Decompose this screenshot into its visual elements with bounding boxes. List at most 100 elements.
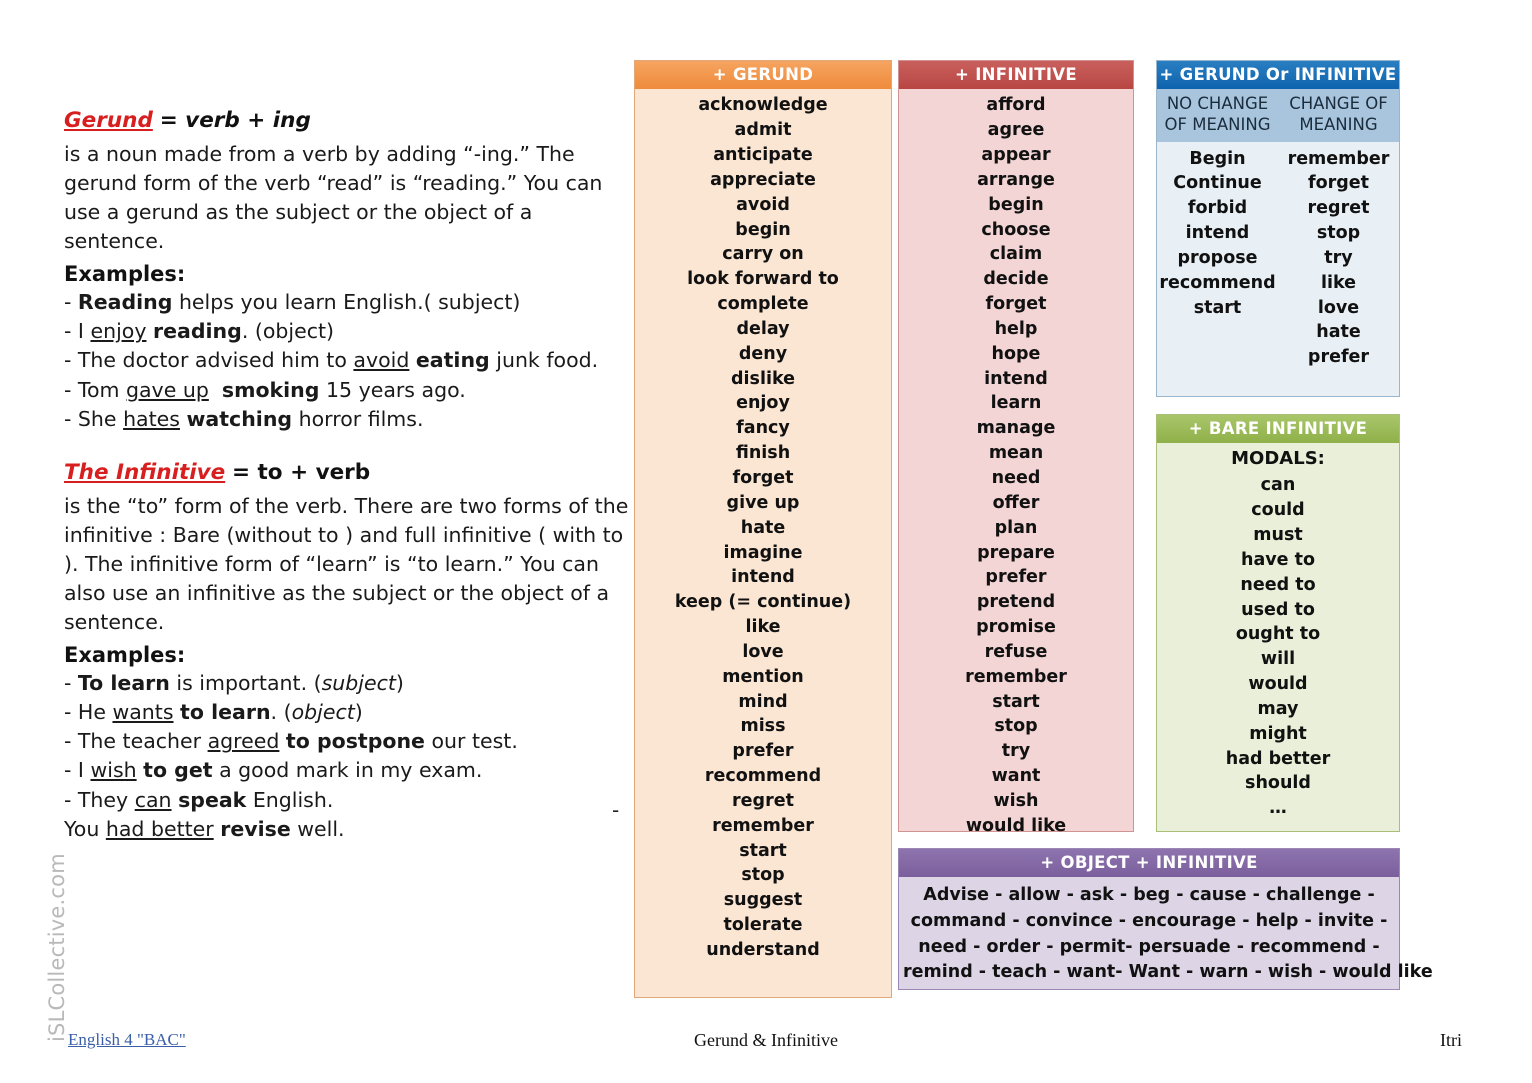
verb-item: remember xyxy=(712,815,814,836)
verb-item: stop xyxy=(1316,223,1361,244)
infinitive-rule-title: The Infinitive = to + verb xyxy=(64,460,629,486)
verb-item: understand xyxy=(706,940,820,960)
verb-item: admit xyxy=(734,120,792,141)
modal-item: could xyxy=(1251,500,1305,521)
verb-item: promise xyxy=(976,617,1056,638)
panel-both-header: + GERUND Or INFINITIVE xyxy=(1157,61,1399,90)
footer-author: Itri xyxy=(1440,1030,1462,1050)
stray-dash-mark: - xyxy=(612,798,620,822)
infinitive-example-4: - I wish to get a good mark in my exam. xyxy=(64,758,483,783)
verb-item: mention xyxy=(722,666,804,687)
panel-gerund-or-infinitive: + GERUND Or INFINITIVE NO CHANGE OF MEAN… xyxy=(1156,60,1400,397)
verb-item: refuse xyxy=(984,641,1048,662)
verb-item: help xyxy=(994,318,1038,339)
verb-line: remind - teach - want- Want - warn - wis… xyxy=(903,962,1433,983)
verb-line: Advise - allow - ask - beg - cause - cha… xyxy=(923,885,1375,906)
verb-item: acknowledge xyxy=(698,95,828,116)
infinitive-example-5: - They can speak English. xyxy=(64,787,334,812)
panel-infinitive: + INFINITIVE afford agree appear arrange beg… xyxy=(898,60,1134,836)
panel-object-word-lines: Advise - allow - ask - beg - cause - cha… xyxy=(899,877,1433,990)
verb-item: like xyxy=(745,617,781,638)
infinitive-example-6: You had better revise well. xyxy=(64,816,345,841)
verb-item: intend xyxy=(984,368,1048,389)
panel-both-left-word-list: Begin Continue forbid intend propose recommen… xyxy=(1157,147,1278,371)
verb-item: remember xyxy=(1287,148,1390,169)
verb-item: need xyxy=(991,467,1041,488)
verb-item: carry on xyxy=(722,244,804,265)
verb-item: prefer xyxy=(732,741,794,762)
verb-item: manage xyxy=(976,418,1056,439)
verb-item: intend xyxy=(1185,223,1250,244)
modal-item: may xyxy=(1257,698,1299,719)
verb-item: Begin xyxy=(1189,148,1246,169)
verb-item: try xyxy=(1324,247,1353,268)
verb-item: Continue xyxy=(1173,173,1262,194)
modal-item: … xyxy=(1269,798,1287,819)
modal-item: used to xyxy=(1241,599,1315,620)
modal-item: will xyxy=(1260,649,1296,670)
verb-item: look forward to xyxy=(687,269,839,290)
verb-item: try xyxy=(1001,741,1031,762)
infinitive-example-2: - He wants to learn. (object) xyxy=(64,700,363,725)
infinitive-example-3: - The teacher agreed to postpone our tes… xyxy=(64,729,518,754)
verb-item: love xyxy=(742,641,784,662)
panel-gerund-header: + GERUND xyxy=(635,61,891,90)
subheader-no-change-of-meaning: NO CHANGE OF MEANING xyxy=(1164,94,1271,135)
verb-item: prefer xyxy=(985,567,1047,588)
verb-item: hate xyxy=(1316,322,1361,343)
verb-item: mean xyxy=(988,443,1044,464)
verb-item: avoid xyxy=(736,194,790,215)
gerund-examples-label: Examples: xyxy=(64,262,186,287)
verb-item: stop xyxy=(994,716,1038,737)
panel-bare-infinitive: + BARE INFINITIVE MODALS: can could must ha… xyxy=(1156,414,1400,832)
panel-bare-word-list: can could must have to need to used to ought t… xyxy=(1157,469,1399,831)
modal-item: must xyxy=(1253,525,1303,545)
verb-item: arrange xyxy=(977,169,1055,190)
footer-title: Gerund & Infinitive xyxy=(694,1030,838,1050)
verb-item: mind xyxy=(738,691,788,712)
verb-item: claim xyxy=(989,244,1043,265)
verb-item: intend xyxy=(731,567,795,588)
modal-item: might xyxy=(1249,723,1307,744)
modal-item: have to xyxy=(1240,549,1316,570)
verb-item: enjoy xyxy=(736,393,790,414)
verb-item: regret xyxy=(1307,198,1370,219)
verb-item: forget xyxy=(985,294,1047,315)
verb-item: offer xyxy=(992,492,1040,513)
gerund-example-3: - The doctor advised him to avoid eating… xyxy=(64,348,599,373)
verb-item: remember xyxy=(965,666,1067,687)
modal-item: ought to xyxy=(1235,624,1321,645)
verb-item: hope xyxy=(991,343,1041,364)
verb-item: afford xyxy=(986,95,1046,116)
verb-item: delay xyxy=(736,318,790,339)
panel-infinitive-header: + INFINITIVE xyxy=(899,61,1133,90)
verb-item: miss xyxy=(740,716,786,737)
verb-item: complete xyxy=(717,294,809,315)
lesson-text-column: Gerund = verb + ing is a noun made from … xyxy=(64,108,629,844)
infinitive-definition-paragraph: is the “to” form of the verb. There are … xyxy=(64,493,629,635)
gerund-example-2: - I enjoy reading. (object) xyxy=(64,319,335,344)
infinitive-examples-label: Examples: xyxy=(64,643,186,668)
panel-both-subheaders: NO CHANGE OF MEANING CHANGE OF MEANING xyxy=(1157,89,1399,142)
verb-item: would like xyxy=(965,815,1067,836)
panel-object-infinitive: + OBJECT + INFINITIVE Advise - allow - a… xyxy=(898,848,1433,990)
verb-item: prefer xyxy=(1307,347,1370,368)
gerund-example-5: - She hates watching horror films. xyxy=(64,406,424,431)
verb-item: wish xyxy=(993,790,1039,811)
panel-bare-header: + BARE INFINITIVE xyxy=(1157,415,1399,444)
verb-item: prepare xyxy=(977,542,1055,563)
verb-item: imagine xyxy=(723,542,803,563)
verb-item: give up xyxy=(726,492,800,513)
panel-both-columns: Begin Continue forbid intend propose recommen… xyxy=(1157,142,1399,371)
verb-item: start xyxy=(1193,297,1242,318)
modal-item: can xyxy=(1260,475,1296,496)
verb-item: love xyxy=(1317,297,1360,318)
verb-item: start xyxy=(992,691,1040,712)
gerund-example-1: - Reading helps you learn English.( subj… xyxy=(64,290,521,315)
modal-item: need to xyxy=(1240,574,1316,595)
panel-bare-modals-label: MODALS: xyxy=(1231,448,1325,470)
islcollective-watermark: iSLCollective.com xyxy=(45,853,69,1042)
verb-item: decide xyxy=(983,269,1049,290)
verb-item: begin xyxy=(735,219,791,240)
